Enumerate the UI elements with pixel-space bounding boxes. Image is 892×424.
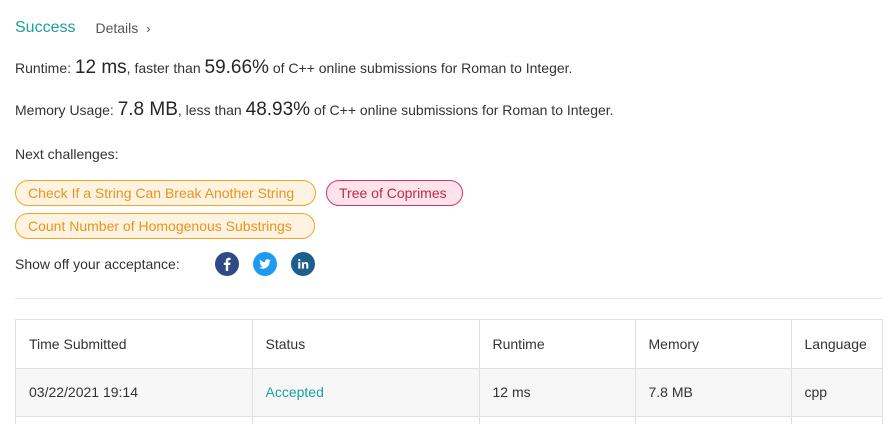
share-row: Show off your acceptance:: [15, 252, 315, 276]
table-header-row: Time Submitted Status Runtime Memory Lan…: [16, 320, 882, 369]
column-header-status[interactable]: Status: [252, 320, 480, 369]
memory-stat: Memory Usage: 7.8 MB, less than 48.93% o…: [15, 99, 614, 121]
runtime-suffix: of C++ online submissions for Roman to I…: [272, 60, 573, 76]
column-header-time[interactable]: Time Submitted: [16, 320, 253, 369]
result-header: Success Details ›: [15, 17, 151, 39]
share-icons: [215, 252, 315, 276]
facebook-glyph: [223, 257, 231, 271]
table-row-partial: [16, 416, 882, 424]
cell-empty: [791, 416, 882, 424]
memory-value: 7.8 MB: [117, 99, 178, 120]
challenge-tag-check-string-break[interactable]: Check If a String Can Break Another Stri…: [15, 180, 316, 206]
runtime-label: Runtime:: [15, 60, 72, 76]
submissions-table: Time Submitted Status Runtime Memory Lan…: [16, 320, 882, 424]
result-status-title: Success: [15, 19, 76, 36]
cell-memory: 7.8 MB: [635, 368, 792, 416]
memory-label: Memory Usage:: [15, 102, 114, 118]
column-header-language[interactable]: Language: [791, 320, 882, 369]
memory-percent: 48.93%: [245, 99, 311, 120]
submission-result-page: Success Details › Runtime: 12 ms, faster…: [0, 0, 892, 424]
cell-runtime: 12 ms: [479, 368, 636, 416]
challenge-tag-homogenous-substrings[interactable]: Count Number of Homogenous Substrings: [15, 213, 315, 239]
twitter-glyph: [259, 259, 271, 269]
cell-empty: [16, 416, 253, 424]
submissions-table-container: Time Submitted Status Runtime Memory Lan…: [15, 319, 883, 424]
twitter-icon[interactable]: [253, 252, 277, 276]
column-header-memory[interactable]: Memory: [635, 320, 792, 369]
cell-language: cpp: [804, 384, 828, 400]
table-row: 03/22/2021 19:14 Accepted 12 ms 7.8 MB c…: [16, 368, 882, 416]
runtime-value: 12 ms: [74, 57, 127, 78]
runtime-percent: 59.66%: [204, 57, 269, 78]
next-challenges-label: Next challenges:: [15, 146, 119, 162]
linkedin-icon[interactable]: [291, 252, 315, 276]
linkedin-glyph: [298, 258, 309, 269]
memory-suffix: of C++ online submissions for Roman to I…: [313, 102, 614, 118]
share-label: Show off your acceptance:: [15, 256, 180, 272]
facebook-icon[interactable]: [215, 252, 239, 276]
cell-time-submitted: 03/22/2021 19:14: [16, 368, 253, 416]
cell-empty: [252, 416, 480, 424]
cell-empty: [479, 416, 636, 424]
section-divider: [15, 298, 882, 299]
runtime-stat: Runtime: 12 ms, faster than 59.66% of C+…: [15, 57, 572, 79]
cell-status-link[interactable]: Accepted: [252, 368, 480, 416]
runtime-comparison: , faster than: [126, 60, 201, 76]
challenge-tag-tree-of-coprimes[interactable]: Tree of Coprimes: [326, 180, 463, 206]
chevron-right-icon: ›: [146, 20, 151, 36]
column-header-runtime[interactable]: Runtime: [479, 320, 636, 369]
memory-comparison: , less than: [177, 102, 242, 118]
details-link[interactable]: Details ›: [95, 20, 150, 36]
cell-empty: [635, 416, 792, 424]
details-label: Details: [95, 20, 139, 36]
